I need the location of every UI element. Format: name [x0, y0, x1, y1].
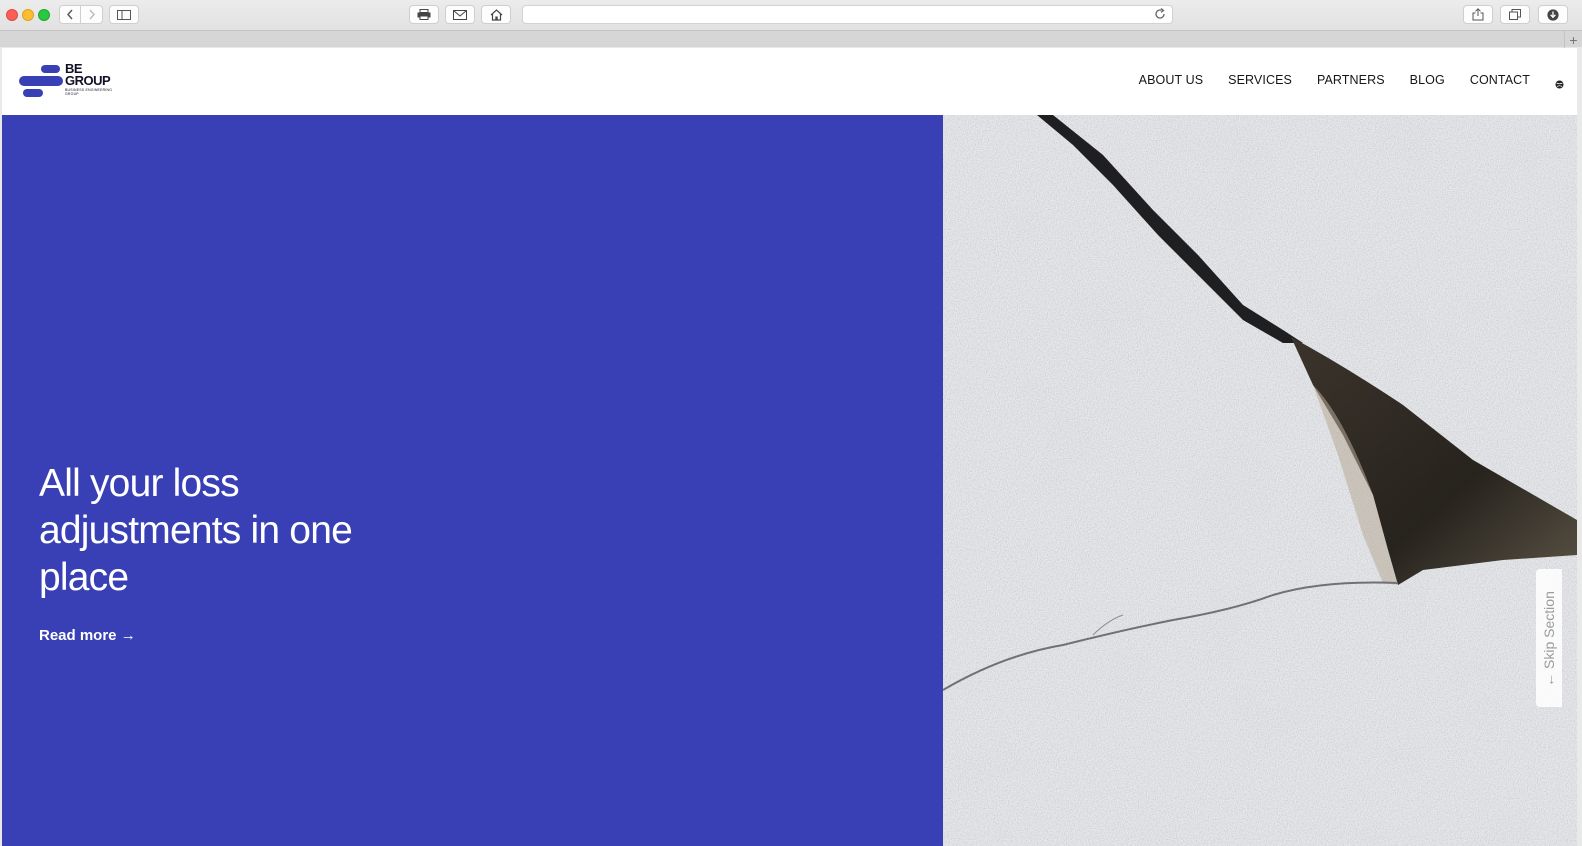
tab-strip: + [0, 30, 1582, 48]
share-icon [1472, 8, 1484, 21]
home-button[interactable] [481, 5, 511, 24]
browser-toolbar [0, 0, 1582, 30]
maximize-window-button[interactable] [38, 9, 50, 21]
tabs-icon [1509, 9, 1521, 20]
logo-link[interactable]: BE GROUP BUSINESS ENGINEERING GROUP [19, 62, 119, 101]
nav-about-us[interactable]: ABOUT US [1139, 73, 1203, 87]
share-button[interactable] [1463, 5, 1493, 24]
downloads-button[interactable] [1538, 5, 1568, 24]
read-more-link[interactable]: Read more → [39, 627, 136, 644]
web-page: BE GROUP BUSINESS ENGINEERING GROUP ABOU… [2, 48, 1577, 846]
tabs-overview-button[interactable] [1500, 5, 1530, 24]
browser-chrome: + [0, 0, 1582, 48]
address-bar[interactable] [522, 5, 1173, 24]
mail-button[interactable] [445, 5, 475, 24]
forward-icon [88, 9, 95, 20]
cracked-concrete-image [943, 115, 1577, 846]
minimize-window-button[interactable] [22, 9, 34, 21]
print-button[interactable] [409, 5, 439, 24]
language-switcher[interactable] [1555, 76, 1564, 88]
history-nav [59, 5, 103, 24]
sidebar-icon [117, 9, 131, 20]
home-icon [490, 8, 502, 21]
nav-services[interactable]: SERVICES [1228, 73, 1292, 87]
main-nav: ABOUT US SERVICES PARTNERS BLOG CONTACT [1114, 73, 1564, 88]
mail-icon [453, 9, 467, 20]
hero-panel: All your loss adjustments in one place R… [2, 115, 943, 846]
skip-section-label: ← Skip Section [1541, 591, 1557, 687]
print-icon [417, 9, 431, 20]
hero-image [943, 115, 1577, 846]
reload-icon[interactable] [1154, 8, 1166, 20]
logo-line-group: GROUP [65, 73, 111, 88]
logo-subtitle: BUSINESS ENGINEERING GROUP [65, 88, 113, 96]
close-window-button[interactable] [6, 9, 18, 21]
be-group-logo-icon [19, 65, 63, 97]
nav-partners[interactable]: PARTNERS [1317, 73, 1385, 87]
forward-button[interactable] [81, 5, 103, 24]
download-icon [1547, 8, 1559, 21]
new-tab-icon: + [1569, 31, 1578, 48]
new-tab-button[interactable]: + [1564, 31, 1582, 48]
globe-icon [1555, 80, 1564, 88]
skip-section-button[interactable]: ← Skip Section [1536, 569, 1562, 707]
window-right-edge [1577, 48, 1582, 846]
back-icon [67, 9, 73, 20]
site-header: BE GROUP BUSINESS ENGINEERING GROUP ABOU… [2, 48, 1577, 115]
nav-blog[interactable]: BLOG [1410, 73, 1445, 87]
hero-title: All your loss adjustments in one place [39, 462, 353, 599]
back-button[interactable] [59, 5, 81, 24]
nav-contact[interactable]: CONTACT [1470, 73, 1530, 87]
sidebar-button[interactable] [109, 5, 139, 24]
